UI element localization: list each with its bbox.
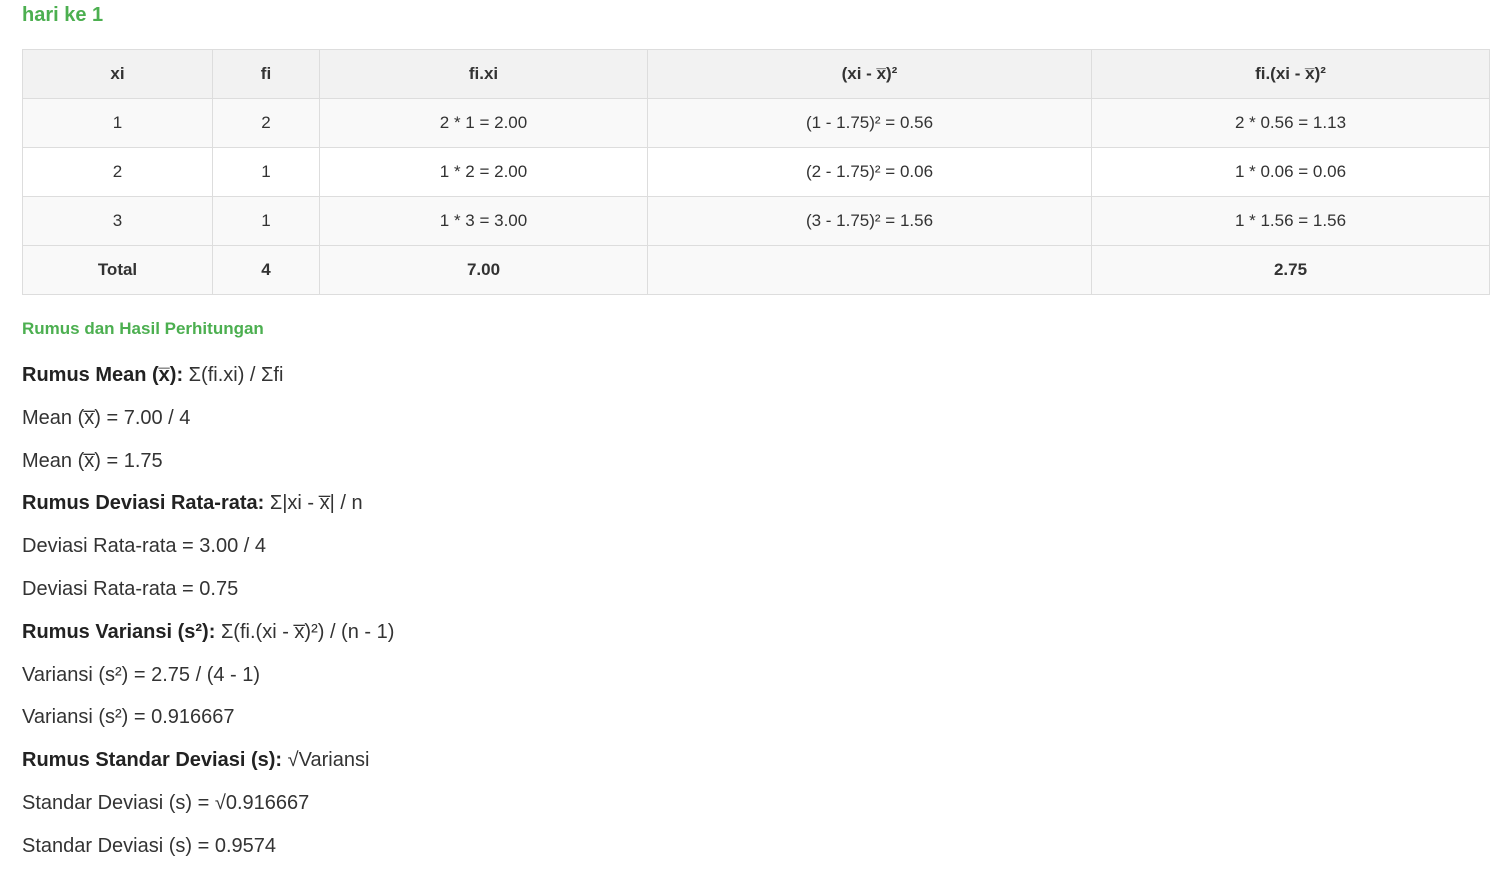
mean-formula: Rumus Mean (x̅): Σ(fi.xi) / Σfi [22,363,283,387]
sd-calculation: Standar Deviasi (s) = √0.916667 [22,792,310,814]
sd-formula: Rumus Standar Deviasi (s): √Variansi [22,748,369,772]
table-total-row: Total 4 7.00 2.75 [22,245,1490,295]
table-row: 2 1 1 * 2 = 2.00 (2 - 1.75)² = 0.06 1 * … [22,147,1490,197]
total-fi: 4 [212,245,320,295]
mean-result: Mean (x̅) = 1.75 [22,450,163,472]
mean-formula-label: Rumus Mean (x̅): [22,364,184,386]
total-squared-deviation [647,245,1092,295]
sd-result: Standar Deviasi (s) = 0.9574 [22,835,277,857]
cell-weighted-squared-deviation: 2 * 0.56 = 1.13 [1091,98,1490,148]
header-fi: fi [212,49,320,99]
mad-formula-text: Σ|xi - x̅| / n [264,492,363,514]
sd-formula-text: √Variansi [282,749,370,771]
mad-formula: Rumus Deviasi Rata-rata: Σ|xi - x̅| / n [22,491,363,515]
sd-formula-label: Rumus Standar Deviasi (s): [22,749,283,771]
cell-weighted-squared-deviation: 1 * 1.56 = 1.56 [1091,196,1490,246]
total-label: Total [22,245,213,295]
cell-fi-xi: 2 * 1 = 2.00 [319,98,648,148]
cell-squared-deviation: (3 - 1.75)² = 1.56 [647,196,1092,246]
table-row: 1 2 2 * 1 = 2.00 (1 - 1.75)² = 0.56 2 * … [22,98,1490,148]
header-weighted-squared-deviation: fi.(xi - x̅)² [1091,49,1490,99]
header-xi: xi [22,49,213,99]
cell-fi-xi: 1 * 3 = 3.00 [319,196,648,246]
mad-formula-label: Rumus Deviasi Rata-rata: [22,492,265,514]
cell-fi: 2 [212,98,320,148]
total-fi-xi: 7.00 [319,245,648,295]
cell-xi: 3 [22,196,213,246]
mad-result: Deviasi Rata-rata = 0.75 [22,578,239,600]
page: hari ke 1 xi fi fi.xi (xi - x̅)² fi.(xi … [22,0,1490,857]
mad-calculation: Deviasi Rata-rata = 3.00 / 4 [22,535,267,557]
variance-formula: Rumus Variansi (s²): Σ(fi.(xi - x̅)²) / … [22,620,394,644]
frequency-table: xi fi fi.xi (xi - x̅)² fi.(xi - x̅)² 1 2… [22,49,1490,295]
variance-formula-label: Rumus Variansi (s²): [22,621,216,643]
header-fi-xi: fi.xi [319,49,648,99]
variance-result: Variansi (s²) = 0.916667 [22,706,235,728]
cell-fi: 1 [212,147,320,197]
variance-calculation: Variansi (s²) = 2.75 / (4 - 1) [22,664,261,686]
total-weighted-squared-deviation: 2.75 [1091,245,1490,295]
cell-xi: 1 [22,98,213,148]
cell-weighted-squared-deviation: 1 * 0.06 = 0.06 [1091,147,1490,197]
mean-formula-text: Σ(fi.xi) / Σfi [183,364,284,386]
table-header-row: xi fi fi.xi (xi - x̅)² fi.(xi - x̅)² [22,49,1490,99]
cell-squared-deviation: (2 - 1.75)² = 0.06 [647,147,1092,197]
cell-xi: 2 [22,147,213,197]
table-row: 3 1 1 * 3 = 3.00 (3 - 1.75)² = 1.56 1 * … [22,196,1490,246]
cell-fi: 1 [212,196,320,246]
cell-squared-deviation: (1 - 1.75)² = 0.56 [647,98,1092,148]
variance-formula-text: Σ(fi.(xi - x̅)²) / (n - 1) [215,621,395,643]
header-squared-deviation: (xi - x̅)² [647,49,1092,99]
mean-calculation: Mean (x̅) = 7.00 / 4 [22,407,191,429]
results-section: Rumus dan Hasil Perhitungan Rumus Mean (… [22,317,1489,857]
results-title: Rumus dan Hasil Perhitungan [22,319,264,338]
day-title: hari ke 1 [22,4,104,26]
cell-fi-xi: 1 * 2 = 2.00 [319,147,648,197]
